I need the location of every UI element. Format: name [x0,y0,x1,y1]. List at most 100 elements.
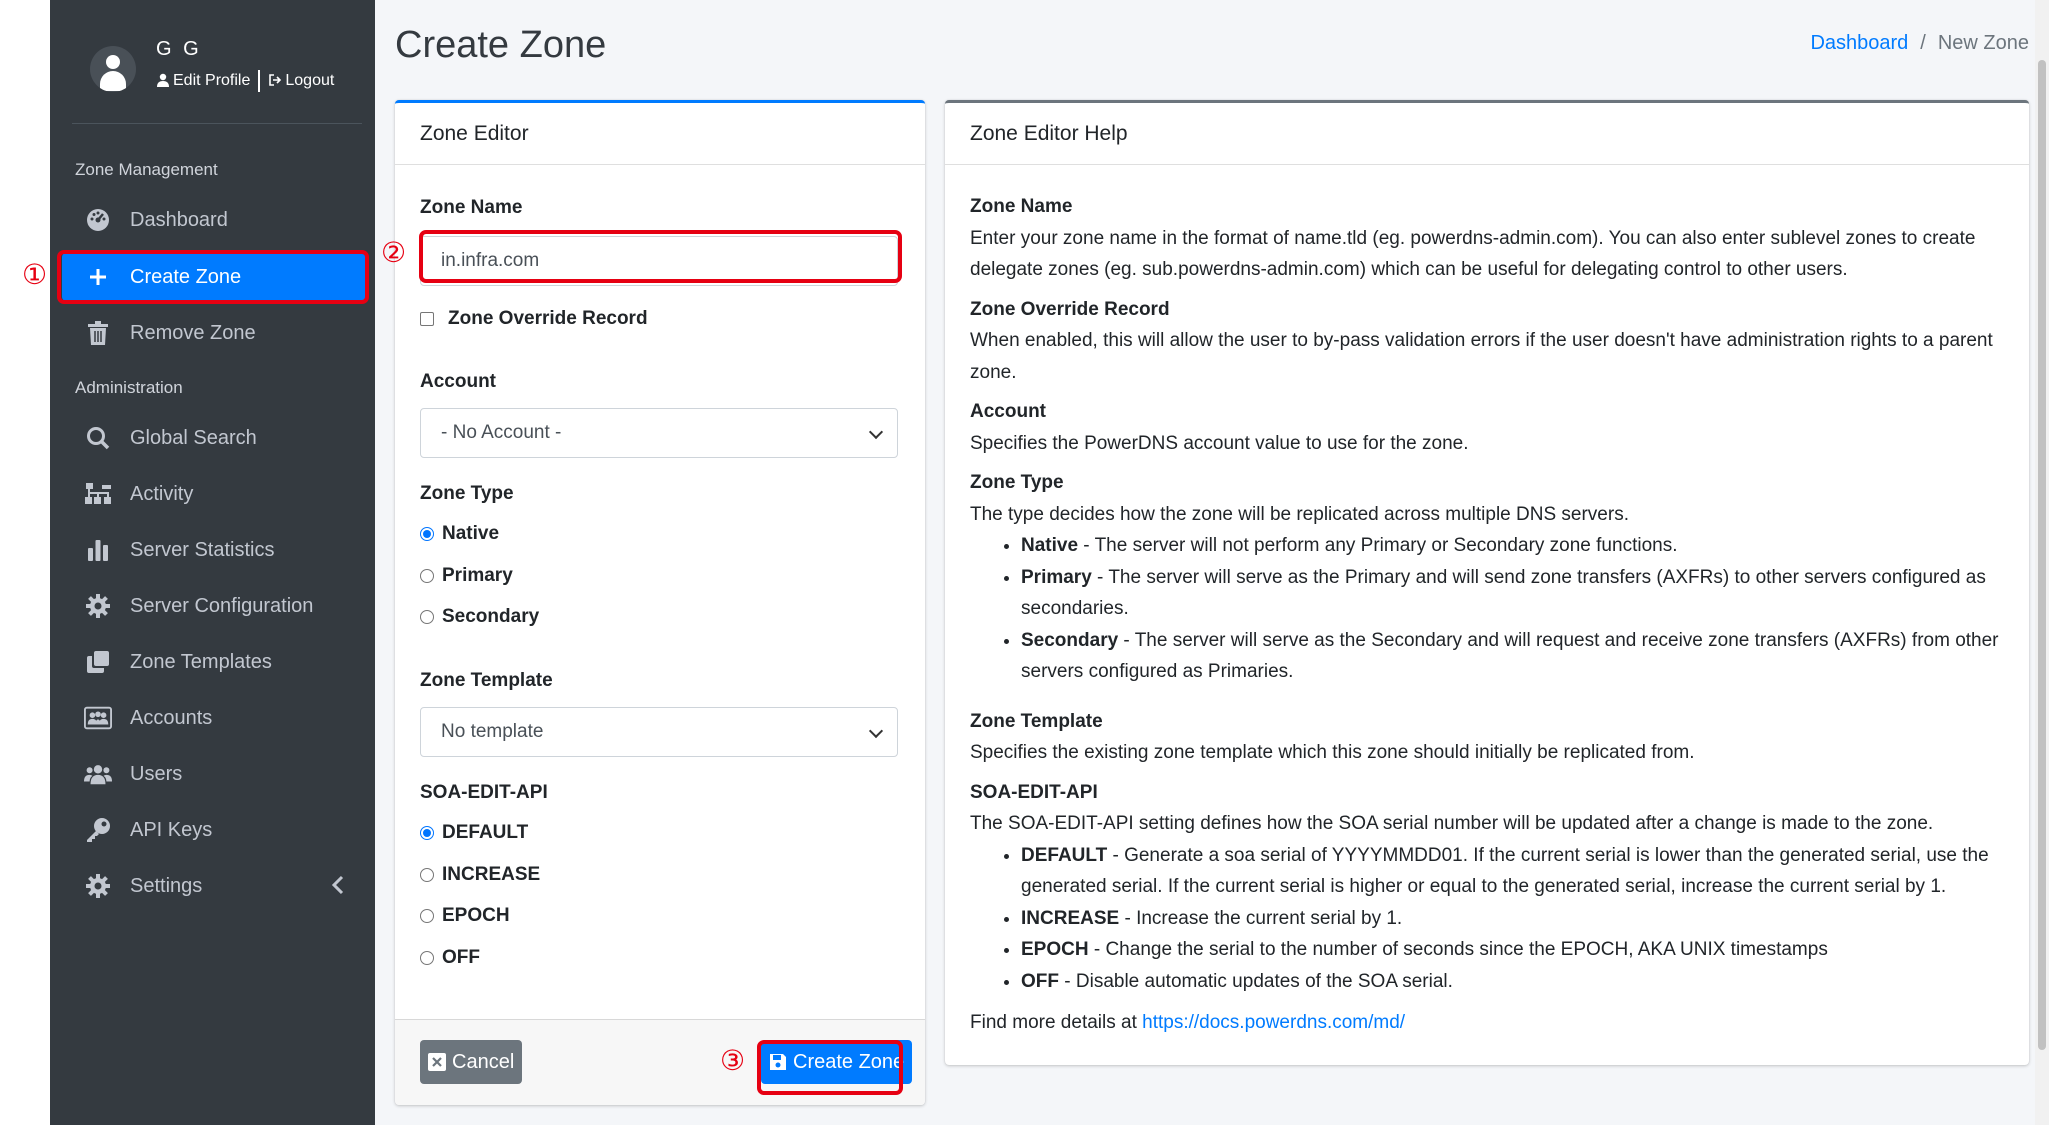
zone-type-primary[interactable]: Primary [420,565,513,587]
soa-default[interactable]: DEFAULT [420,822,528,844]
soa-increase[interactable]: INCREASE [420,864,540,886]
sidebar-item-label: Settings [130,874,203,897]
help-type-text: The type decides how the zone will be re… [970,503,1629,525]
list-item: Native - The server will not perform any… [1021,530,2000,562]
sidebar-item-label: Server Statistics [130,538,275,561]
sidebar-item-server-statistics[interactable]: Server Statistics [62,526,367,574]
soa-off-label: OFF [442,947,480,968]
zone-type-secondary[interactable]: Secondary [420,606,539,628]
sidebar-item-remove-zone[interactable]: Remove Zone [62,309,367,357]
divider [258,70,261,92]
help-override-heading: Zone Override Record [970,298,1170,320]
avatar [90,46,136,92]
sidebar-item-zone-templates[interactable]: Zone Templates [62,638,367,686]
sidebar-item-label: Zone Templates [130,650,272,673]
sidebar-item-settings[interactable]: Settings [62,862,367,910]
id-card-icon [84,704,112,732]
breadcrumb-dashboard-link[interactable]: Dashboard [1810,32,1908,55]
cancel-button[interactable]: Cancel [420,1040,523,1084]
zone-type-secondary-label: Secondary [442,606,540,627]
zone-name-input[interactable]: in.infra.com [420,236,898,286]
sidebar-item-users[interactable]: Users [62,750,367,798]
list-item: INCREASE - Increase the current serial b… [1021,903,2000,935]
window-close-icon [428,1053,446,1071]
zone-type-secondary-radio[interactable] [420,610,434,624]
user-links: Edit Profile Logout [156,70,334,92]
sidebar-item-api-keys[interactable]: API Keys [62,806,367,854]
gear-icon [84,592,112,620]
help-title: Zone Editor Help [945,103,2029,165]
logout-label: Logout [285,72,335,89]
logout-link[interactable]: Logout [268,72,334,90]
help-template-heading: Zone Template [970,710,1103,732]
soa-off[interactable]: OFF [420,947,480,969]
help-account-heading: Account [970,401,1046,422]
user-icon [157,73,169,87]
soa-increase-radio[interactable] [420,868,434,882]
help-template-text: Specifies the existing zone template whi… [970,742,1695,763]
step-3-marker: ③ [720,1044,746,1077]
chevron-left-icon[interactable] [331,874,345,896]
nav-header-zone-management: Zone Management [75,160,218,179]
help-more-details: Find more details at https://docs.powerd… [970,1012,1406,1033]
sidebar-item-label: Users [130,762,183,785]
list-item: DEFAULT - Generate a soa serial of YYYYM… [1021,840,2000,903]
account-select[interactable]: - No Account - [420,408,898,458]
zone-editor-help-card: Zone Editor Help Zone Name Enter your zo… [945,100,2029,1065]
zone-type-native[interactable]: Native [420,523,499,545]
help-body: Zone Name Enter your zone name in the fo… [970,191,2000,1039]
zone-template-label: Zone Template [420,670,553,691]
sidebar-item-label: API Keys [130,818,213,841]
page-scrollbar[interactable] [2035,0,2049,1125]
zone-type-native-radio[interactable] [420,527,434,541]
edit-profile-link[interactable]: Edit Profile [156,72,250,90]
soa-default-label: DEFAULT [442,822,529,843]
zone-override-row: Zone Override Record [420,308,648,330]
list-item: EPOCH - Change the serial to the number … [1021,934,2000,966]
zone-type-native-label: Native [442,523,500,544]
help-type-list: Native - The server will not perform any… [1021,530,2000,688]
soa-epoch-radio[interactable] [420,909,434,923]
breadcrumb-current: New Zone [1937,32,2029,54]
plus-icon [84,263,112,291]
search-icon [84,424,112,452]
soa-epoch[interactable]: EPOCH [420,905,510,927]
soa-epoch-label: EPOCH [442,905,510,926]
soa-edit-api-label: SOA-EDIT-API [420,782,548,803]
docs-link[interactable]: https://docs.powerdns.com/md/ [1142,1012,1405,1033]
zone-editor-card: Zone Editor Zone Name in.infra.com Zone … [395,100,925,1105]
zone-override-checkbox[interactable] [420,312,434,326]
trash-icon [84,319,112,347]
sidebar-item-label: Activity [130,482,194,505]
zone-editor-title: Zone Editor [395,103,925,165]
sidebar-item-label: Global Search [130,426,257,449]
sidebar-item-dashboard[interactable]: Dashboard [62,196,367,244]
clone-icon [84,648,112,676]
zone-type-primary-radio[interactable] [420,569,434,583]
help-account-text: Specifies the PowerDNS account value to … [970,432,1469,454]
sidebar-item-activity[interactable]: Activity [62,470,367,518]
sidebar-item-label: Dashboard [130,208,228,231]
list-item: Secondary - The server will serve as the… [1021,625,2000,688]
scrollbar-thumb[interactable] [2038,60,2046,1050]
step-1-marker: ① [22,258,48,291]
sidebar-item-label: Accounts [130,706,213,729]
sidebar-item-accounts[interactable]: Accounts [62,694,367,742]
sitemap-icon [84,480,112,508]
zone-template-select[interactable]: No template [420,707,898,757]
soa-default-radio[interactable] [420,826,434,840]
nav-header-administration: Administration [75,378,183,397]
sidebar-item-create-zone[interactable]: Create Zone [62,253,367,301]
sidebar-item-global-search[interactable]: Global Search [62,414,367,462]
dashboard-icon [84,206,112,234]
soa-off-radio[interactable] [420,951,434,965]
sidebar-item-label: Remove Zone [130,321,256,344]
sidebar-item-label: Create Zone [130,265,242,288]
user-panel: G G Edit Profile Logout [72,30,362,124]
zone-type-label: Zone Type [420,483,514,504]
sidebar-item-server-configuration[interactable]: Server Configuration [62,582,367,630]
account-label: Account [420,371,496,392]
sidebar: G G Edit Profile Logout Zone Management … [50,0,375,1125]
zone-override-label: Zone Override Record [448,308,648,329]
create-zone-button[interactable]: Create Zone [761,1040,913,1084]
